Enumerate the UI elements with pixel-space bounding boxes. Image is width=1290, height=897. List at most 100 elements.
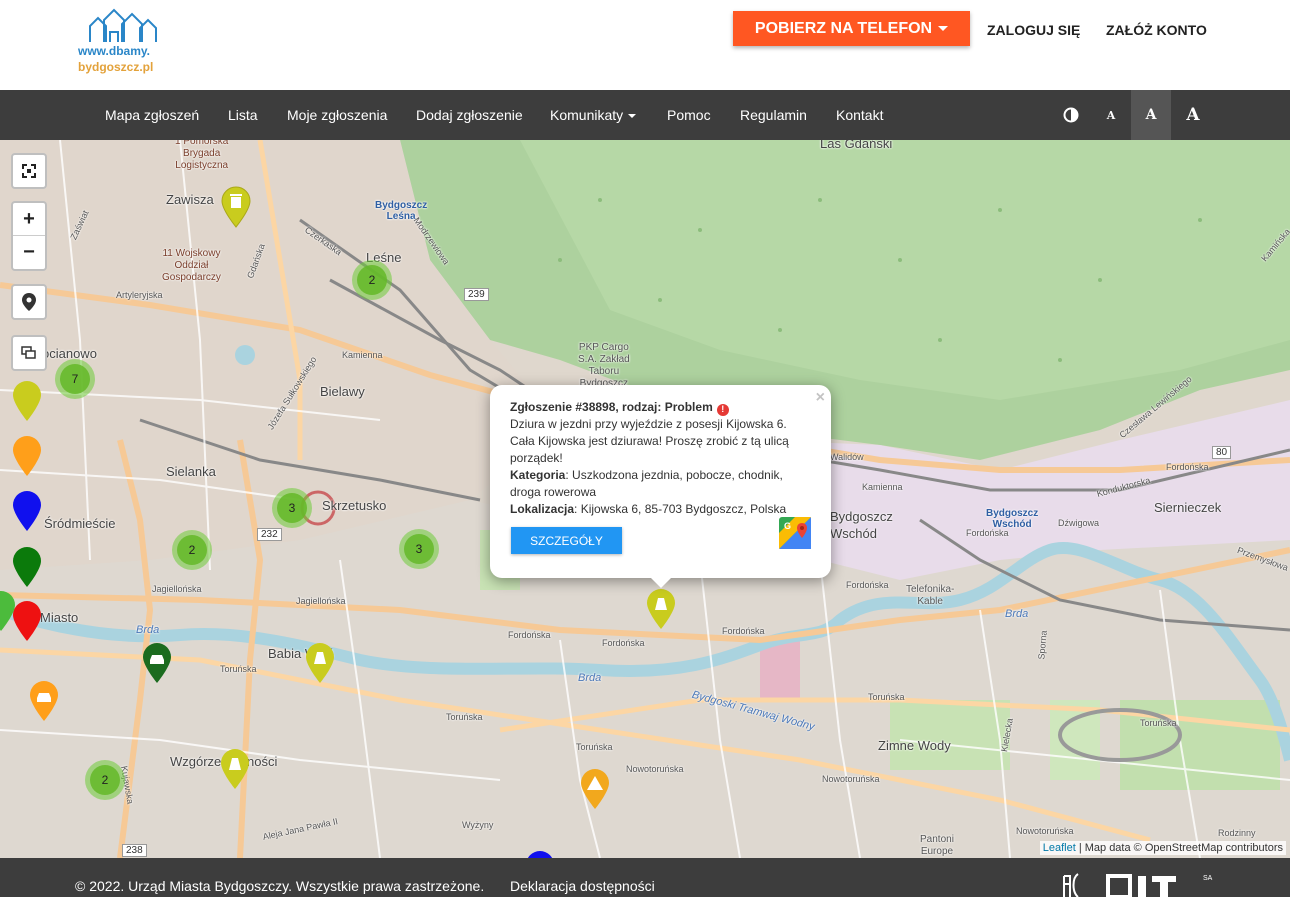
map-marker-road-selected[interactable] — [646, 588, 676, 630]
font-size-large-button[interactable]: A — [1173, 90, 1213, 140]
layers-control[interactable] — [11, 335, 47, 371]
font-size-small-button[interactable]: A — [1091, 90, 1131, 140]
nav-item-my-reports[interactable]: Moje zgłoszenia — [287, 107, 387, 123]
marker-cluster[interactable]: 2 — [172, 530, 212, 570]
login-link[interactable]: ZALOGUJ SIĘ — [987, 22, 1080, 38]
map-marker-yellow[interactable] — [12, 380, 42, 422]
map-marker-road[interactable] — [305, 642, 335, 684]
location-pin-icon[interactable] — [13, 286, 45, 318]
map-label-oddzial: 11 Wojskowy Oddział Gospodarczy — [162, 248, 221, 283]
road-shield-238: 238 — [122, 844, 147, 857]
map-label-pkp-cargo: PKP Cargo S.A. Zakład Taboru Bydgoszcz — [578, 342, 630, 389]
popup-description: Dziura w jezdni przy wyjeździe z posesji… — [510, 417, 789, 465]
cluster-count: 2 — [357, 265, 387, 295]
map-label-fordonska-4: Fordońska — [846, 580, 889, 590]
map-marker-road[interactable] — [220, 748, 250, 790]
map-label-torunska-2: Toruńska — [446, 712, 483, 722]
svg-text:G: G — [784, 521, 791, 531]
map-label-brda-2: Brda — [578, 672, 602, 684]
map-marker-warning[interactable] — [580, 768, 610, 810]
fullscreen-icon[interactable] — [13, 155, 45, 187]
fullscreen-control[interactable] — [11, 153, 47, 189]
marker-cluster[interactable]: 2 — [85, 760, 125, 800]
marker-cluster[interactable]: 3 — [399, 529, 439, 569]
map-marker-car[interactable] — [142, 642, 172, 684]
popup-location-label: Lokalizacja — [510, 502, 575, 516]
layers-icon[interactable] — [13, 337, 45, 369]
chevron-down-icon — [938, 26, 949, 31]
nav-item-add-report[interactable]: Dodaj zgłoszenie — [416, 107, 523, 123]
logo-text-line1: www.dbamy. — [78, 44, 151, 58]
map-marker-green-light[interactable] — [0, 590, 16, 632]
accessibility-declaration-link[interactable]: Deklaracja dostępności — [510, 878, 655, 894]
footer-copyright: © 2022. Urząd Miasta Bydgoszczy. Wszystk… — [75, 878, 485, 894]
nav-item-contact[interactable]: Kontakt — [836, 107, 883, 123]
map-label-jagiellonska-1: Jagiellońska — [152, 584, 202, 594]
map-label-kamienna-1: Kamienna — [342, 350, 383, 360]
nav-item-list[interactable]: Lista — [228, 107, 258, 123]
map-label-brygada: 1 Pomorska Brygada Logistyczna — [175, 140, 229, 171]
details-button[interactable]: SZCZEGÓŁY — [511, 527, 622, 554]
road-shield-239: 239 — [464, 288, 489, 301]
map-marker-red[interactable] — [12, 600, 42, 642]
nav-item-terms[interactable]: Regulamin — [740, 107, 807, 123]
map-label-bydgoszcz-wschod: Bydgoszcz Wschód — [830, 509, 893, 541]
zoom-out-button[interactable]: − — [13, 235, 45, 268]
map-marker-blue-partial[interactable] — [525, 850, 555, 858]
popup-location-value: : Kijowska 6, 85-703 Bydgoszcz, Polska — [574, 502, 787, 516]
popup-body: Zgłoszenie #38898, rodzaj: Problem! Dziu… — [510, 399, 800, 518]
font-size-medium-button[interactable]: A — [1131, 90, 1171, 140]
google-maps-icon[interactable]: G — [779, 517, 811, 549]
popup-close-button[interactable]: × — [816, 389, 825, 407]
map-marker-orange[interactable] — [12, 435, 42, 477]
locate-control[interactable] — [11, 284, 47, 320]
marker-cluster[interactable]: 2 — [352, 260, 392, 300]
contrast-icon — [1063, 107, 1079, 123]
map-label-torunska-5: Toruńska — [1140, 718, 1177, 728]
alert-icon: ! — [716, 403, 729, 416]
download-app-label: POBIERZ NA TELEFON — [754, 19, 933, 37]
map-marker-car-orange[interactable] — [29, 680, 59, 722]
map-label-brda-3: Brda — [1005, 608, 1029, 620]
logo-houses-icon — [89, 8, 157, 42]
leaflet-link[interactable]: Leaflet — [1043, 842, 1076, 854]
svg-text:SA: SA — [1203, 875, 1213, 882]
map-marker-green[interactable] — [12, 546, 42, 588]
map-label-dzwigowa: Dźwigowa — [1058, 518, 1100, 528]
nav-item-announcements-label: Komunikaty — [550, 107, 624, 123]
map-marker-trash[interactable] — [221, 186, 251, 228]
map-label-telefonika: Telefonika- Kable — [906, 584, 955, 607]
site-logo[interactable]: www.dbamy. bydgoszcz.pl — [76, 8, 166, 78]
nav-item-report-map[interactable]: Mapa zgłoszeń — [105, 107, 199, 123]
register-link[interactable]: ZAŁÓŻ KONTO — [1106, 22, 1207, 38]
map-label-sielanka: Sielanka — [166, 464, 216, 479]
cluster-count: 7 — [60, 364, 90, 394]
cluster-count: 2 — [177, 535, 207, 565]
logo-text-line2: bydgoszcz.pl — [78, 60, 154, 74]
download-app-button[interactable]: POBIERZ NA TELEFON — [733, 11, 970, 46]
cluster-count: 3 — [277, 493, 307, 523]
marker-cluster[interactable]: 7 — [55, 359, 95, 399]
nav-item-help[interactable]: Pomoc — [667, 107, 711, 123]
map-label-pantoni: Pantoni Europe — [920, 834, 954, 857]
map-label-fordonska-2: Fordońska — [602, 638, 645, 648]
map-label-walidow: Walidów — [830, 452, 864, 462]
map-marker-blue[interactable] — [12, 490, 42, 532]
marker-cluster[interactable]: 3 — [272, 488, 312, 528]
map-label-nowotorunska-3: Nowotoruńska — [1016, 826, 1074, 836]
map-label-torunska-3: Toruńska — [576, 742, 613, 752]
main-nav: Mapa zgłoszeń Lista Moje zgłoszenia Doda… — [0, 90, 1290, 140]
footer: © 2022. Urząd Miasta Bydgoszczy. Wszystk… — [0, 858, 1290, 897]
zoom-in-button[interactable]: + — [13, 203, 45, 235]
map-label-fordonska-6: Fordońska — [1166, 462, 1209, 472]
map-label-srodmiescie: Śródmieście — [44, 516, 116, 531]
contrast-toggle-button[interactable] — [1051, 90, 1091, 140]
bit-logo: SA — [1063, 873, 1213, 897]
map-label-fordonska-3: Fordońska — [722, 626, 765, 636]
zoom-control: + − — [11, 201, 47, 271]
nav-item-announcements[interactable]: Komunikaty — [550, 107, 637, 123]
cluster-count: 2 — [90, 765, 120, 795]
popup-tip — [650, 577, 672, 588]
map-label-wyzyny: Wyżyny — [462, 820, 494, 830]
attribution-text: | Map data © OpenStreetMap contributors — [1075, 842, 1283, 854]
